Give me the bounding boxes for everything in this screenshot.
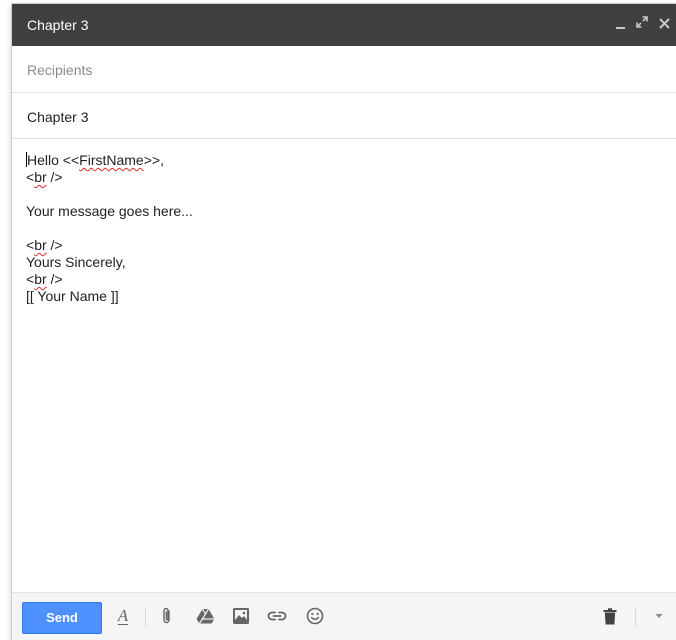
toolbar-divider <box>145 607 146 627</box>
compose-toolbar: Send A <box>12 592 676 640</box>
br-word: br <box>34 237 47 253</box>
br-line-3: <br /> <box>26 271 193 288</box>
br-close: /> <box>46 271 63 287</box>
recipients-placeholder: Recipients <box>27 62 93 78</box>
br-open: < <box>26 169 35 185</box>
br-word: br <box>34 271 47 287</box>
close-icon[interactable] <box>654 13 674 35</box>
greeting-line: Hello <<FirstName>>, <box>26 152 193 169</box>
br-close: /> <box>46 169 63 185</box>
subject-text: Chapter 3 <box>27 109 89 125</box>
trash-icon[interactable] <box>599 605 621 627</box>
minimize-icon[interactable] <box>610 13 630 35</box>
sincerely-line: Yours Sincerely, <box>26 254 126 270</box>
recipients-field[interactable]: Recipients <box>12 46 676 93</box>
more-options-icon[interactable] <box>648 605 670 627</box>
br-close: /> <box>46 237 63 253</box>
firstname-placeholder: FirstName <box>79 152 144 168</box>
drive-icon[interactable] <box>194 605 216 627</box>
link-icon[interactable] <box>266 605 288 627</box>
attach-icon[interactable] <box>156 605 178 627</box>
greeting-suffix: >>, <box>143 152 164 168</box>
message-body[interactable]: Hello <<FirstName>>, <br /> Your message… <box>12 139 676 592</box>
signature-line: [[ Your Name ]] <box>26 288 119 304</box>
greeting-prefix: Hello << <box>27 152 80 168</box>
send-button[interactable]: Send <box>22 602 102 634</box>
br-word: br <box>34 169 47 185</box>
photo-icon[interactable] <box>230 605 252 627</box>
expand-icon[interactable] <box>632 13 652 35</box>
message-body-text: Hello <<FirstName>>, <br /> Your message… <box>26 152 193 305</box>
emoji-icon[interactable] <box>304 605 326 627</box>
compose-window: Chapter 3 Recipients Chapter 3 Hello <<F… <box>12 4 676 640</box>
compose-titlebar[interactable]: Chapter 3 <box>12 4 676 46</box>
window-title: Chapter 3 <box>27 17 89 33</box>
toolbar-divider-2 <box>635 607 636 627</box>
message-line: Your message goes here... <box>26 203 193 219</box>
br-open: < <box>26 237 35 253</box>
br-open: < <box>26 271 35 287</box>
br-line-1: <br /> <box>26 169 193 186</box>
subject-field[interactable]: Chapter 3 <box>12 93 676 139</box>
br-line-2: <br /> <box>26 237 193 254</box>
formatting-icon[interactable]: A <box>112 605 134 627</box>
